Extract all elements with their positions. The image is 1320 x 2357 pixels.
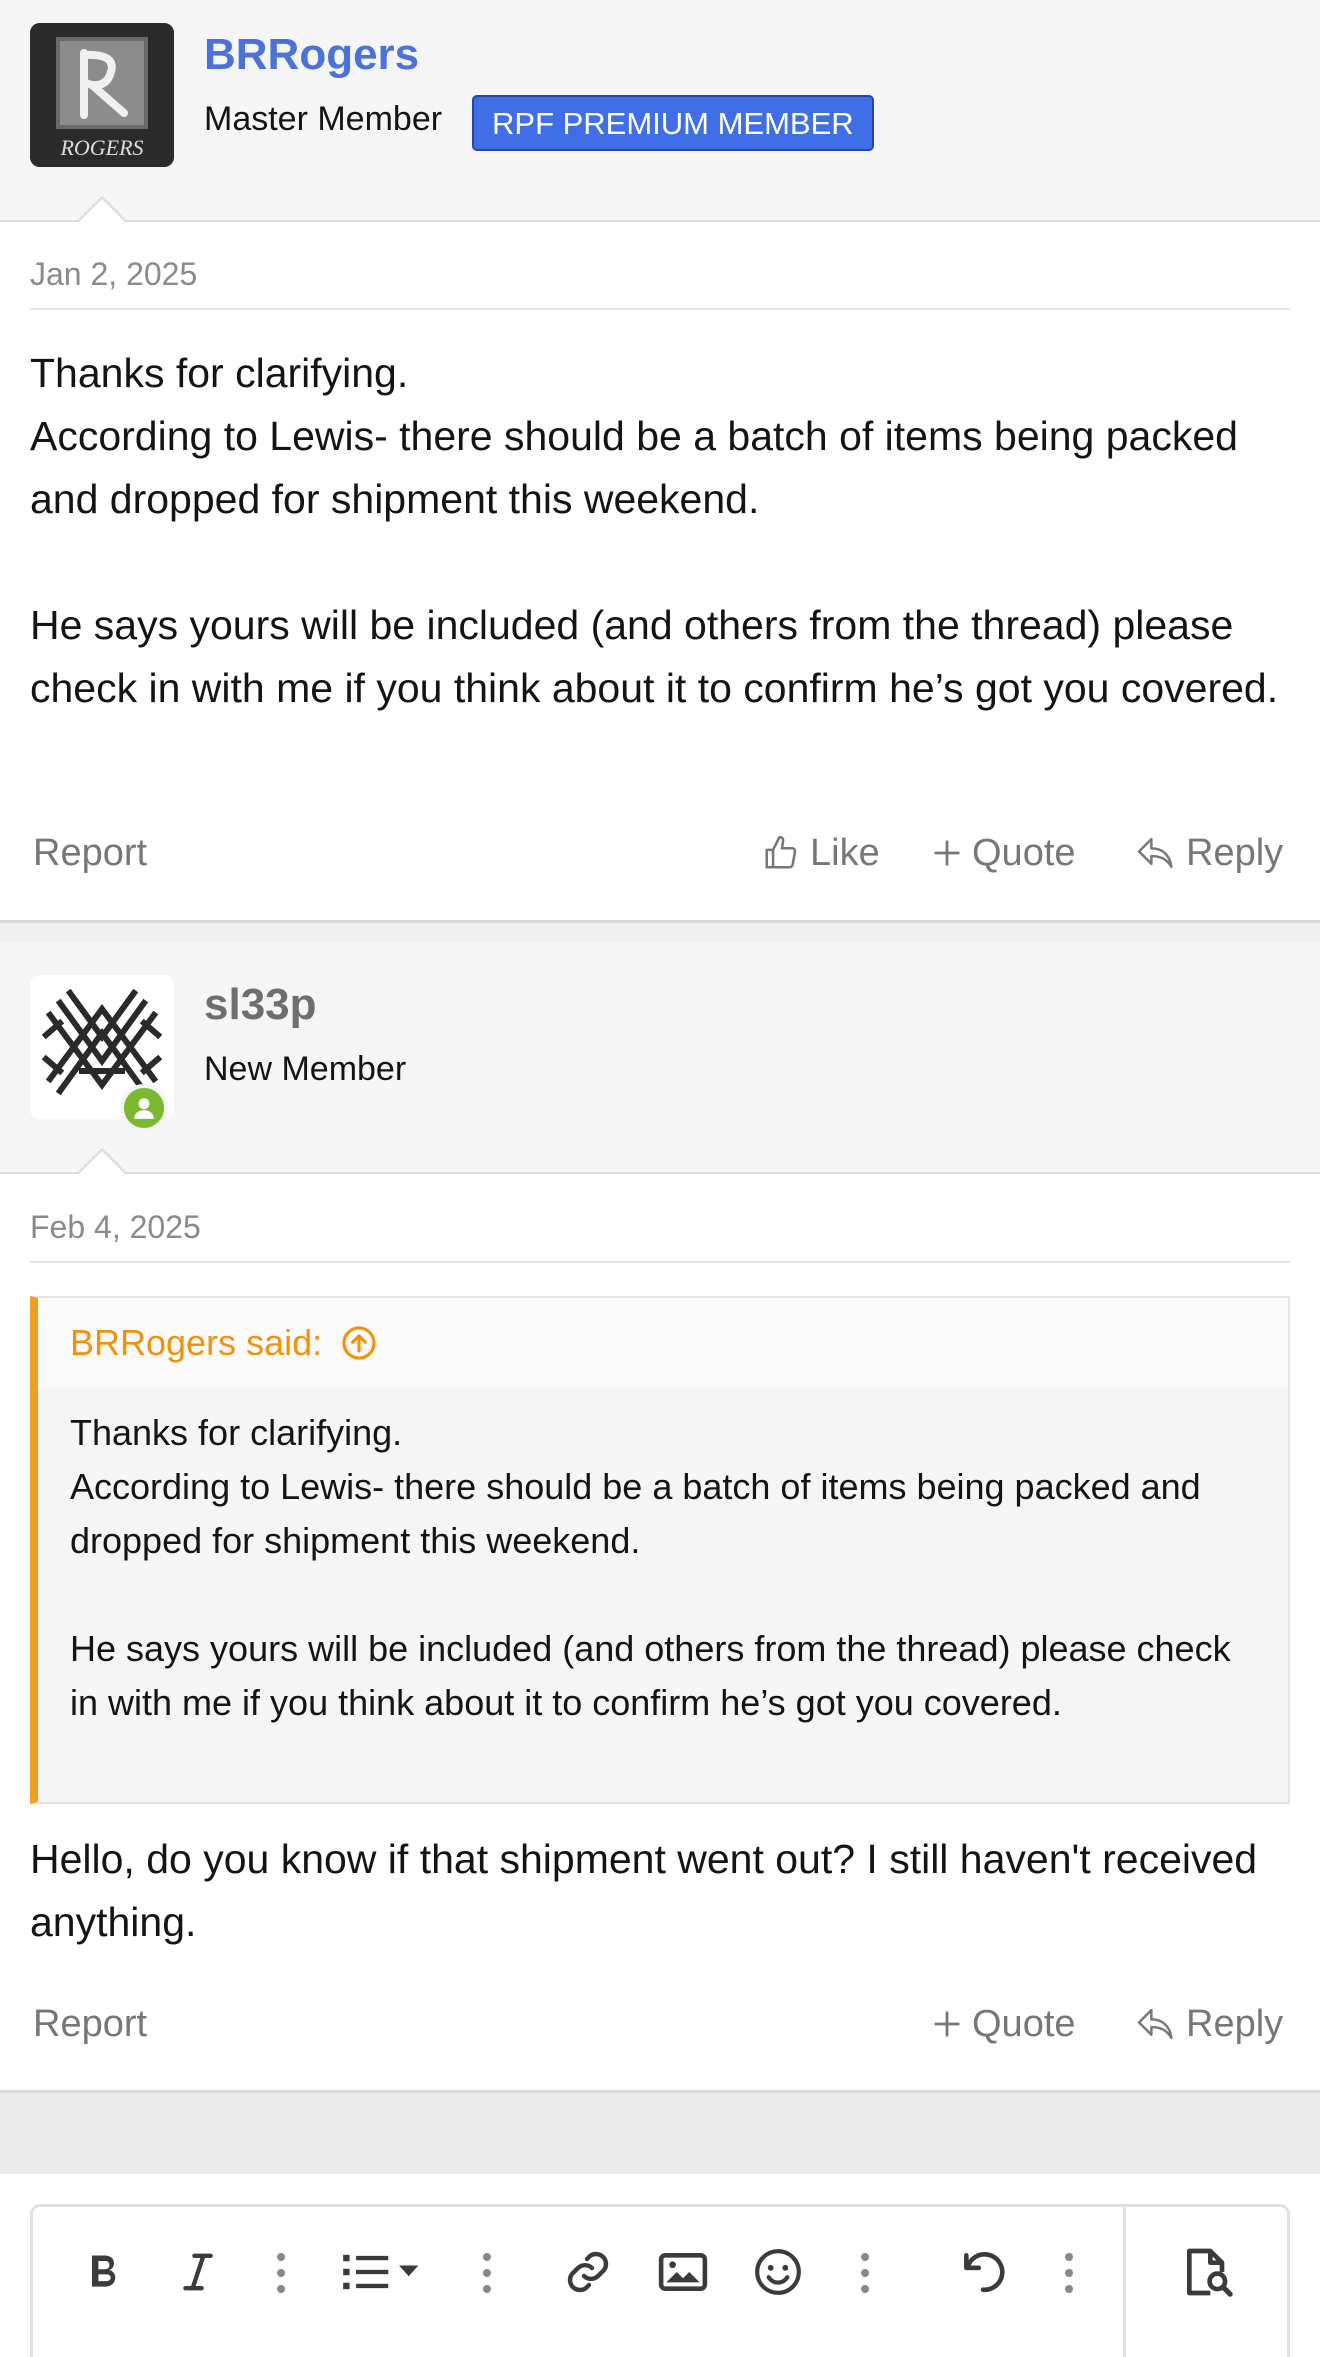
- reply-label: Reply: [1186, 832, 1284, 874]
- quote-label: Quote: [972, 2003, 1076, 2045]
- post-date[interactable]: Jan 2, 2025: [30, 256, 197, 293]
- more-options-icon[interactable]: [277, 2253, 285, 2301]
- quote-button[interactable]: Quote: [932, 823, 1076, 883]
- reply-icon: [1137, 837, 1173, 869]
- image-button[interactable]: [648, 2207, 718, 2337]
- rogers-logo-icon: ROGERS: [30, 23, 174, 167]
- divider: [30, 1261, 1290, 1263]
- emoji-button[interactable]: [743, 2207, 813, 2337]
- reply-area-band: [0, 2090, 1320, 2174]
- reply-icon: [1137, 2008, 1173, 2040]
- post-2-user-header: sl33p New Member: [0, 942, 1320, 1174]
- quote-block: BRRogers said: Thanks for clarifying. Ac…: [30, 1296, 1290, 1804]
- svg-text:ROGERS: ROGERS: [59, 135, 143, 160]
- post-1-user-header: ROGERS BRRogers Master Member RPF PREMIU…: [0, 0, 1320, 222]
- reply-label: Reply: [1186, 2003, 1284, 2045]
- undo-icon: [964, 2252, 1005, 2293]
- reply-button[interactable]: Reply: [1136, 823, 1283, 883]
- more-options-icon[interactable]: [1065, 2253, 1073, 2301]
- post-actions: Report Like Quote Reply: [0, 823, 1320, 883]
- user-icon: [134, 1098, 154, 1119]
- divider: [30, 308, 1290, 310]
- link-icon: [567, 2251, 609, 2293]
- report-link[interactable]: Report: [33, 1994, 147, 2054]
- preview-button[interactable]: [1163, 2207, 1253, 2337]
- thumbs-up-icon: [765, 835, 797, 869]
- post-separator: [0, 920, 1320, 942]
- avatar[interactable]: ROGERS: [30, 23, 174, 167]
- italic-button[interactable]: [168, 2207, 228, 2337]
- message-line: Thanks for clarifying.: [30, 350, 409, 396]
- undo-button[interactable]: [948, 2207, 1018, 2337]
- quote-button[interactable]: Quote: [932, 1994, 1076, 2054]
- preview-icon: [1187, 2248, 1233, 2297]
- quote-content: Thanks for clarifying. According to Lewi…: [38, 1388, 1288, 1748]
- report-label: Report: [33, 2003, 148, 2045]
- more-options-icon[interactable]: [483, 2253, 491, 2301]
- quote-label: Quote: [972, 832, 1076, 874]
- quote-line: Thanks for clarifying.: [70, 1412, 403, 1453]
- quote-attribution[interactable]: BRRogers said:: [70, 1298, 322, 1388]
- quote-header[interactable]: BRRogers said:: [38, 1298, 1288, 1388]
- post-message: Hello, do you know if that shipment went…: [30, 1828, 1290, 1954]
- post-arrow: [76, 196, 128, 223]
- bold-button[interactable]: [73, 2207, 133, 2337]
- quote-line: He says yours will be included (and othe…: [70, 1628, 1231, 1723]
- post-date[interactable]: Feb 4, 2025: [30, 1209, 201, 1246]
- arrow-up-circle-icon[interactable]: [340, 1324, 378, 1362]
- link-button[interactable]: [553, 2207, 623, 2337]
- smiley-icon: [755, 2249, 801, 2295]
- online-status-icon: [120, 1084, 168, 1132]
- post-arrow: [76, 1148, 128, 1175]
- report-label: Report: [33, 832, 148, 874]
- message-line: According to Lewis- there should be a ba…: [30, 413, 1238, 522]
- premium-banner: RPF PREMIUM MEMBER: [472, 95, 874, 151]
- image-icon: [658, 2253, 708, 2291]
- italic-icon: [183, 2253, 213, 2291]
- toolbar-divider: [1123, 2207, 1126, 2357]
- message-line: Hello, do you know if that shipment went…: [30, 1836, 1258, 1945]
- reply-editor[interactable]: [30, 2204, 1290, 2357]
- like-label: Like: [810, 832, 880, 874]
- plus-icon: [934, 840, 960, 866]
- plus-icon: [934, 2011, 960, 2037]
- report-link[interactable]: Report: [33, 823, 147, 883]
- quote-line: According to Lewis- there should be a ba…: [70, 1466, 1201, 1561]
- post-actions: Report Quote Reply: [0, 1994, 1320, 2054]
- list-button[interactable]: [339, 2207, 429, 2337]
- author-name[interactable]: sl33p: [204, 980, 317, 1030]
- post-message: Thanks for clarifying. According to Lewi…: [30, 342, 1290, 720]
- list-icon: [343, 2254, 419, 2290]
- more-options-icon[interactable]: [861, 2253, 869, 2301]
- like-button[interactable]: Like: [762, 823, 880, 883]
- bold-icon: [92, 2255, 116, 2287]
- message-line: He says yours will be included (and othe…: [30, 602, 1279, 711]
- author-name[interactable]: BRRogers: [204, 30, 419, 80]
- user-title: New Member: [204, 1050, 407, 1088]
- reply-button[interactable]: Reply: [1136, 1994, 1283, 2054]
- user-title: Master Member: [204, 100, 443, 138]
